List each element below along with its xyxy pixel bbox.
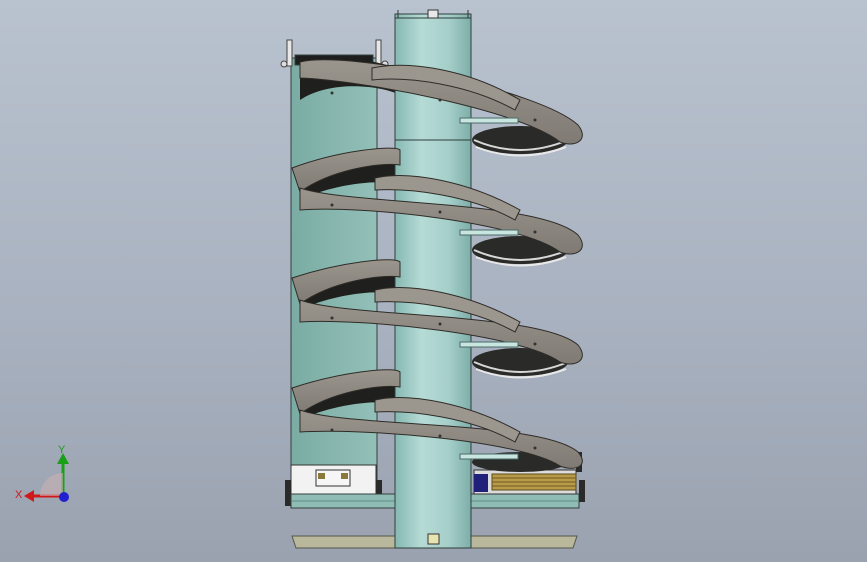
y-axis-label: Y [58, 444, 66, 456]
z-axis-dot [40, 473, 69, 502]
spiral-conveyor-model[interactable] [0, 0, 867, 562]
cad-graphics-viewport[interactable]: Y X [0, 0, 867, 562]
x-axis-label: X [15, 489, 23, 501]
axis-triad[interactable]: Y X [10, 440, 80, 510]
